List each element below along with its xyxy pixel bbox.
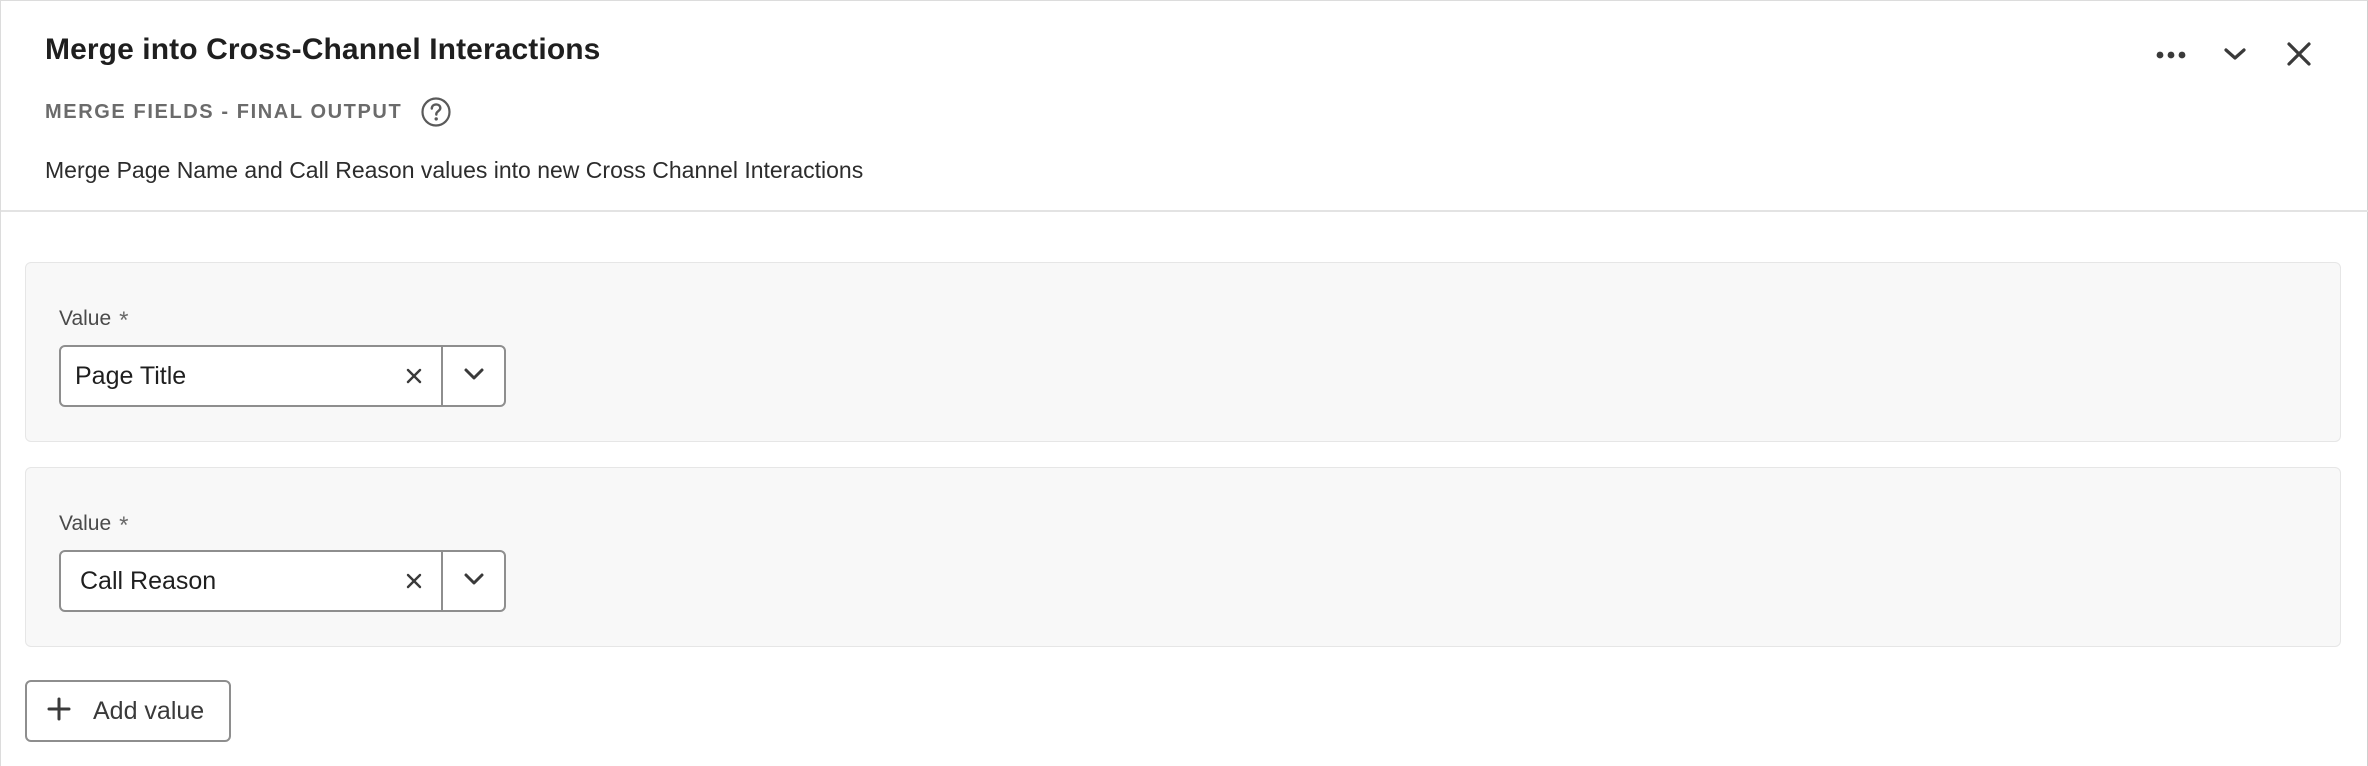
subtitle-row: MERGE FIELDS - FINAL OUTPUT bbox=[45, 93, 452, 131]
combobox-value: Page Title bbox=[75, 361, 187, 390]
close-button[interactable] bbox=[2267, 33, 2331, 79]
header-actions bbox=[2139, 33, 2331, 79]
panel-title: Merge into Cross-Channel Interactions bbox=[45, 33, 601, 66]
collapse-button[interactable] bbox=[2203, 33, 2267, 79]
clear-icon bbox=[406, 573, 422, 589]
combobox-input[interactable]: Page Title bbox=[61, 347, 441, 405]
clear-button[interactable] bbox=[397, 552, 431, 610]
add-value-label: Add value bbox=[93, 696, 205, 725]
more-options-button[interactable] bbox=[2139, 33, 2203, 79]
dropdown-toggle-button[interactable] bbox=[441, 347, 504, 405]
field-label-text: Value bbox=[59, 307, 112, 330]
more-horizontal-icon bbox=[2155, 47, 2187, 65]
clear-button[interactable] bbox=[397, 347, 431, 405]
field-label-text: Value bbox=[59, 512, 112, 535]
clear-icon bbox=[406, 368, 422, 384]
value-combobox[interactable]: Page Title bbox=[59, 345, 506, 407]
add-value-button[interactable]: Add value bbox=[25, 680, 231, 742]
chevron-down-icon bbox=[2223, 46, 2247, 67]
dropdown-toggle-button[interactable] bbox=[441, 552, 504, 610]
combobox-input[interactable]: Call Reason bbox=[61, 552, 441, 610]
value-field-card: Value * Call Reason bbox=[25, 467, 2341, 647]
chevron-down-icon bbox=[463, 572, 485, 591]
plus-icon bbox=[47, 697, 71, 726]
value-combobox[interactable]: Call Reason bbox=[59, 550, 506, 612]
field-label: Value * bbox=[59, 307, 129, 334]
chevron-down-icon bbox=[463, 367, 485, 386]
panel-header: Merge into Cross-Channel Interactions ME… bbox=[1, 1, 2368, 212]
panel-description: Merge Page Name and Call Reason values i… bbox=[45, 157, 864, 183]
required-indicator: * bbox=[119, 512, 129, 539]
merge-panel: Merge into Cross-Channel Interactions ME… bbox=[0, 0, 2368, 766]
required-indicator: * bbox=[119, 307, 129, 334]
panel-subtitle: MERGE FIELDS - FINAL OUTPUT bbox=[45, 100, 403, 123]
value-field-card: Value * Page Title bbox=[25, 262, 2341, 442]
close-icon bbox=[2286, 41, 2312, 72]
field-label: Value * bbox=[59, 512, 129, 539]
combobox-value: Call Reason bbox=[80, 566, 217, 595]
help-icon[interactable] bbox=[420, 96, 452, 128]
